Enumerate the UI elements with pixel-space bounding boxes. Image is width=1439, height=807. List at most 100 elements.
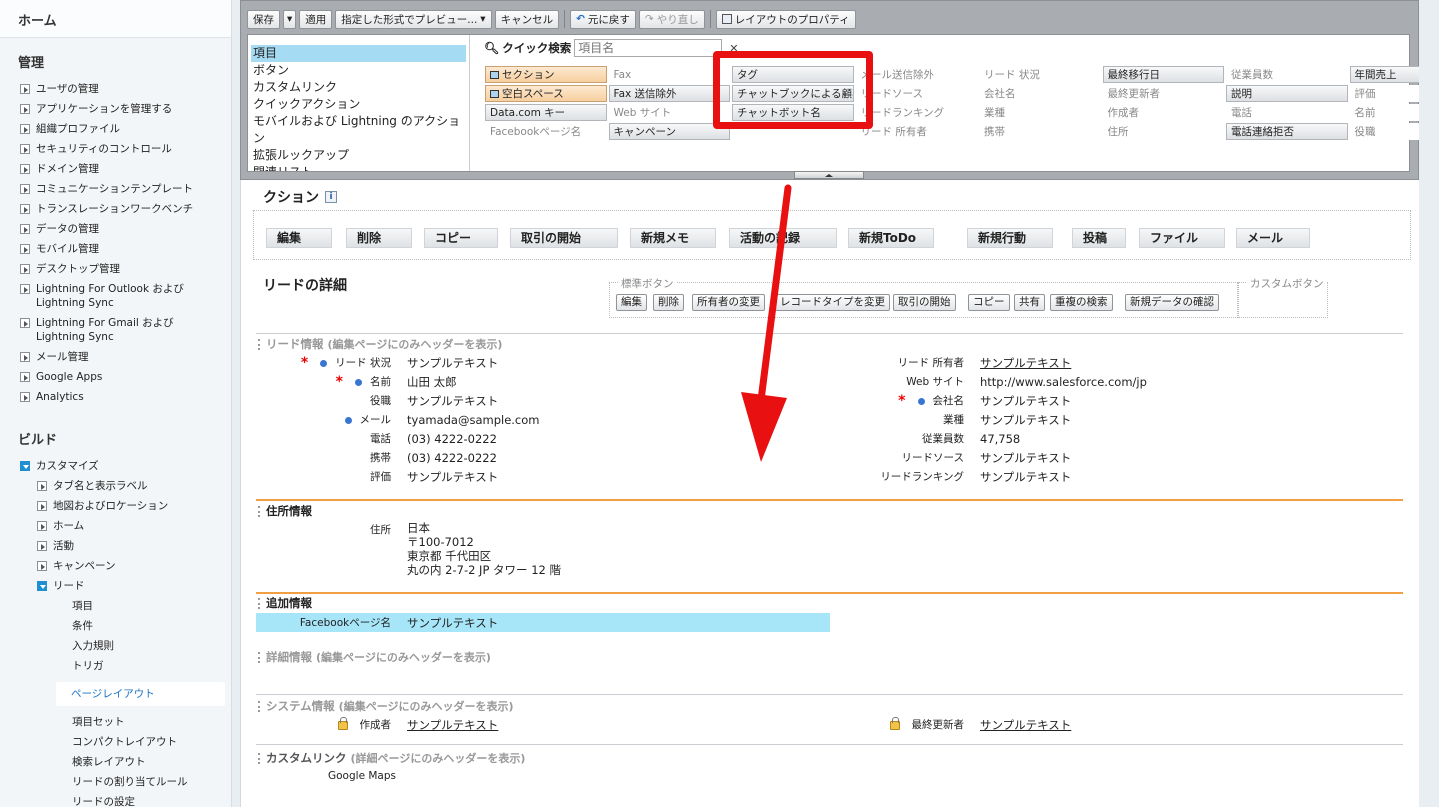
layout-properties-button[interactable]: レイアウトのプロパティ [715,9,856,29]
action-button[interactable]: ファイル [1139,228,1225,248]
palette-field[interactable]: 従業員数 [1226,66,1348,83]
sidebar-item-admin[interactable]: コミュニケーションテンプレート [0,179,231,199]
preview-as-button[interactable]: 指定した形式でプレビュー... ▾ [335,9,492,29]
field-lead-right[interactable]: Web サイト http://www.salesforce.com/jp [829,373,1147,391]
field-lead-left[interactable]: * リード 状況 サンプルテキスト [256,354,498,372]
palette-field[interactable]: タグ [732,66,854,83]
sidebar-item-lead-child[interactable]: 項目 [0,596,231,616]
field-lead-left[interactable]: 携帯 (03) 4222-0222 [256,449,497,467]
palette-field[interactable]: Facebookページ名 [485,123,607,140]
palette-field[interactable]: リード 状況 [979,66,1101,83]
field-lead-right[interactable]: リードランキング サンプルテキスト [829,468,1071,486]
sidebar-item-admin[interactable]: ドメイン管理 [0,159,231,179]
undo-button[interactable]: ↶ 元に戻す [570,9,636,29]
palette-field[interactable]: キャンペーン [608,123,730,140]
standard-button[interactable]: 削除 [653,294,684,311]
field-address[interactable]: 住所 日本 〒100-7012 東京都 千代田区 丸の内 2-7-2 JP タワー 1… [241,521,561,577]
action-button[interactable]: 新規ToDo [848,228,934,248]
sidebar-item-admin[interactable]: アプリケーションを管理する [0,99,231,119]
palette-field[interactable]: チャットボット名 [732,104,854,121]
sidebar-item-lead-child[interactable]: 入力規則 [0,636,231,656]
palette-field[interactable]: チャットブックによる顧客 [732,85,854,102]
palette-category[interactable]: クイックアクション [251,96,466,113]
action-button[interactable]: 削除 [346,228,412,248]
field-lead-left[interactable]: * 名前 山田 太郎 [256,373,457,391]
cancel-button[interactable]: キャンセル [494,9,560,29]
standard-button[interactable]: 重複の検索 [1050,294,1113,311]
field-lead-right[interactable]: リードソース サンプルテキスト [829,449,1072,467]
palette-field[interactable]: メール送信除外 [855,66,977,83]
field-lead-left[interactable]: 電話 (03) 4222-0222 [256,430,497,448]
sidebar-item-lead-child[interactable]: 項目セット [0,712,231,732]
palette-field[interactable]: 最終移行日 [1102,66,1224,83]
field-lead-right[interactable]: * 会社名 サンプルテキスト [829,392,1071,410]
action-button[interactable]: 活動の記録 [729,228,837,248]
sidebar-item-customize-child[interactable]: 活動 [0,536,231,556]
clear-icon[interactable]: ✕ [729,42,738,55]
section-system-info[interactable]: システム情報 (編集ページにのみヘッダーを表示) [256,698,1403,714]
sidebar-item-admin[interactable]: モバイル管理 [0,239,231,259]
field-last-modified-by[interactable]: 最終更新者 サンプルテキスト [829,716,1071,734]
sidebar-item-customize[interactable]: カスタマイズ [0,456,231,476]
sidebar-item-lead[interactable]: リード [0,576,231,596]
custom-link-google-maps[interactable]: Google Maps [328,770,396,782]
palette-field[interactable]: 携帯 [979,123,1101,140]
sidebar-item-lead-child[interactable]: リードの設定 [0,792,231,807]
palette-field[interactable]: Data.com キー [485,104,607,121]
palette-category[interactable]: 項目 [251,45,466,62]
palette-field[interactable]: リードランキング [855,104,977,121]
section-lead-info[interactable]: リード情報 (編集ページにのみヘッダーを表示) [256,336,1403,352]
palette-field[interactable]: Fax [608,66,730,83]
palette-field[interactable]: 業種 [979,104,1101,121]
palette-field[interactable]: 電話連絡拒否 [1226,123,1348,140]
sidebar-item-lead-child[interactable]: 検索レイアウト [0,752,231,772]
palette-field[interactable]: 住所 [1102,123,1224,140]
sidebar-item-customize-child[interactable]: キャンペーン [0,556,231,576]
palette-field[interactable]: Fax 送信除外 [608,85,730,102]
sidebar-item-admin[interactable]: Lightning For Outlook および Lightning Sync [0,279,231,313]
standard-button[interactable]: 共有 [1014,294,1045,311]
field-lead-left[interactable]: メール tyamada@sample.com [256,411,540,429]
sidebar-item-customize-child[interactable]: タブ名と表示ラベル [0,476,231,496]
palette-field[interactable]: リードソース [855,85,977,102]
field-lead-right[interactable]: リード 所有者 サンプルテキスト [829,354,1072,372]
sidebar-item-admin[interactable]: Lightning For Gmail および Lightning Sync [0,313,231,347]
sidebar-item-customize-child[interactable]: ホーム [0,516,231,536]
section-additional-info[interactable]: 追加情報 [256,595,1403,611]
palette-collapse-handle[interactable] [794,171,864,179]
section-custom-links[interactable]: カスタムリンク (詳細ページにのみヘッダーを表示) [256,750,1403,766]
sidebar-home[interactable]: ホーム [0,0,231,38]
standard-button[interactable]: 所有者の変更 [692,294,765,311]
standard-button[interactable]: コピー [968,294,1010,311]
sidebar-item-admin[interactable]: セキュリティのコントロール [0,139,231,159]
palette-category[interactable]: カスタムリンク [251,79,466,96]
field-facebook-page[interactable]: Facebookページ名 サンプルテキスト [256,613,830,632]
standard-button[interactable]: レコードタイプを変更 [775,294,890,311]
sidebar-item-admin[interactable]: ユーザの管理 [0,79,231,99]
section-description-info[interactable]: 詳細情報 (編集ページにのみヘッダーを表示) [256,649,1403,665]
save-dropdown-button[interactable]: ▾ [283,9,297,29]
palette-field[interactable]: 空白スペース [485,85,607,102]
action-button[interactable]: 投稿 [1072,228,1126,248]
standard-button[interactable]: 編集 [616,294,647,311]
action-button[interactable]: 編集 [266,228,332,248]
sidebar-item-admin[interactable]: Analytics [0,387,231,407]
sidebar-item-page-layout[interactable]: ページレイアウト [56,682,225,706]
info-icon[interactable]: i [325,191,337,203]
sidebar-item-lead-child[interactable]: 条件 [0,616,231,636]
palette-category[interactable]: ボタン [251,62,466,79]
quick-save-button[interactable]: 適用 [299,9,333,29]
palette-field[interactable]: 説明 [1226,85,1348,102]
field-lead-left[interactable]: 評価 サンプルテキスト [256,468,498,486]
palette-field[interactable]: Web サイト [608,104,730,121]
field-lead-left[interactable]: 役職 サンプルテキスト [256,392,498,410]
sidebar-item-admin[interactable]: Google Apps [0,367,231,387]
field-lead-right[interactable]: 従業員数 47,758 [829,430,1020,448]
palette-category[interactable]: 関連リスト [251,164,466,171]
palette-field[interactable]: 最終更新者 [1102,85,1224,102]
sidebar-item-lead-child[interactable]: トリガ [0,656,231,676]
redo-button[interactable]: ↷ やり直し [638,9,705,29]
palette-field[interactable]: セクション [485,66,607,83]
action-button[interactable]: コピー [424,228,498,248]
palette-category[interactable]: 拡張ルックアップ [251,147,466,164]
